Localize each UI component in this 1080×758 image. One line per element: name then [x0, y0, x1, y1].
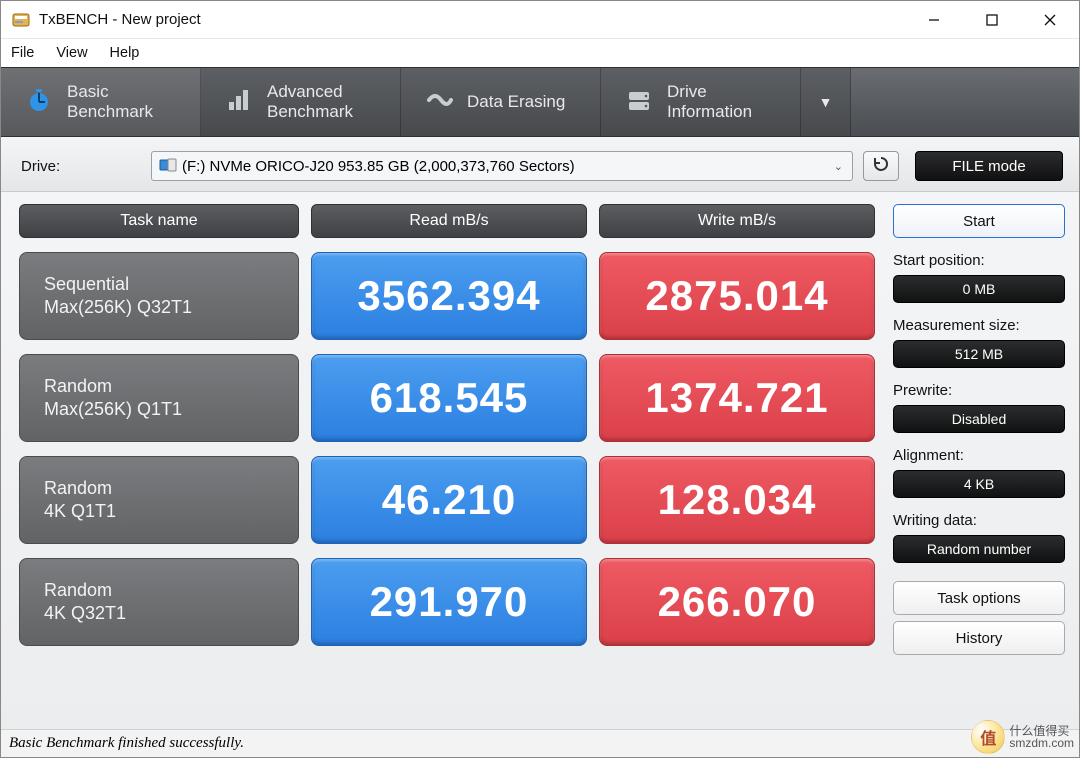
write-value-cell: 1374.721: [599, 354, 875, 442]
writing-data-value[interactable]: Random number: [893, 535, 1065, 563]
titlebar: TxBENCH - New project: [1, 1, 1079, 39]
drive-row: Drive: (F:) NVMe ORICO-J20 953.85 GB (2,…: [1, 137, 1079, 192]
write-value-cell: 2875.014: [599, 252, 875, 340]
column-header-read: Read mB/s: [311, 204, 587, 238]
bars-icon: [225, 86, 253, 119]
history-button[interactable]: History: [893, 621, 1065, 655]
menu-help[interactable]: Help: [110, 45, 140, 61]
read-value-cell: 3562.394: [311, 252, 587, 340]
disk-icon: [159, 157, 177, 177]
menu-view[interactable]: View: [56, 45, 87, 61]
close-button[interactable]: [1021, 1, 1079, 39]
refresh-button[interactable]: [863, 151, 899, 181]
alignment-label: Alignment:: [893, 447, 1065, 464]
task-options-button[interactable]: Task options: [893, 581, 1065, 615]
start-button[interactable]: Start: [893, 204, 1065, 238]
stopwatch-icon: [25, 86, 53, 119]
statusbar: Basic Benchmark finished successfully.: [1, 729, 1079, 757]
column-header-write: Write mB/s: [599, 204, 875, 238]
result-row: Random 4K Q1T1 46.210 128.034: [19, 456, 875, 544]
write-value-cell: 266.070: [599, 558, 875, 646]
results-panel: Task name Read mB/s Write mB/s Sequentia…: [19, 192, 893, 729]
tab-advanced-benchmark[interactable]: Advanced Benchmark: [201, 68, 401, 136]
chevron-down-icon: ▼: [819, 94, 833, 110]
drive-select[interactable]: (F:) NVMe ORICO-J20 953.85 GB (2,000,373…: [151, 151, 853, 181]
maximize-button[interactable]: [963, 1, 1021, 39]
menu-file[interactable]: File: [11, 45, 34, 61]
tab-more-dropdown[interactable]: ▼: [801, 68, 851, 136]
alignment-value[interactable]: 4 KB: [893, 470, 1065, 498]
file-mode-button[interactable]: FILE mode: [915, 151, 1063, 181]
prewrite-value[interactable]: Disabled: [893, 405, 1065, 433]
sidebar: Start Start position: 0 MB Measurement s…: [893, 192, 1065, 729]
task-name-cell[interactable]: Random Max(256K) Q1T1: [19, 354, 299, 442]
app-icon: [11, 10, 31, 30]
start-position-label: Start position:: [893, 252, 1065, 269]
app-window: TxBENCH - New project File View Help Bas…: [0, 0, 1080, 758]
status-text: Basic Benchmark finished successfully.: [9, 735, 244, 752]
drive-label: Drive:: [21, 158, 141, 175]
result-row: Random 4K Q32T1 291.970 266.070: [19, 558, 875, 646]
read-value-cell: 46.210: [311, 456, 587, 544]
tab-basic-benchmark[interactable]: Basic Benchmark: [1, 68, 201, 136]
measurement-size-value[interactable]: 512 MB: [893, 340, 1065, 368]
column-header-task: Task name: [19, 204, 299, 238]
read-value-cell: 291.970: [311, 558, 587, 646]
start-position-value[interactable]: 0 MB: [893, 275, 1065, 303]
write-value-cell: 128.034: [599, 456, 875, 544]
read-value-cell: 618.545: [311, 354, 587, 442]
result-row: Random Max(256K) Q1T1 618.545 1374.721: [19, 354, 875, 442]
tab-data-erasing[interactable]: Data Erasing: [401, 68, 601, 136]
result-row: Sequential Max(256K) Q32T1 3562.394 2875…: [19, 252, 875, 340]
writing-data-label: Writing data:: [893, 512, 1065, 529]
tab-drive-information[interactable]: Drive Information: [601, 68, 801, 136]
task-name-cell[interactable]: Random 4K Q1T1: [19, 456, 299, 544]
window-title: TxBENCH - New project: [39, 11, 201, 28]
main-area: Task name Read mB/s Write mB/s Sequentia…: [1, 192, 1079, 729]
task-name-cell[interactable]: Sequential Max(256K) Q32T1: [19, 252, 299, 340]
erase-icon: [425, 86, 453, 119]
measurement-size-label: Measurement size:: [893, 317, 1065, 334]
minimize-button[interactable]: [905, 1, 963, 39]
prewrite-label: Prewrite:: [893, 382, 1065, 399]
task-name-cell[interactable]: Random 4K Q32T1: [19, 558, 299, 646]
tabstrip: Basic Benchmark Advanced Benchmark Data …: [1, 67, 1079, 137]
drive-icon: [625, 86, 653, 119]
menubar: File View Help: [1, 39, 1079, 67]
refresh-icon: [872, 155, 890, 178]
